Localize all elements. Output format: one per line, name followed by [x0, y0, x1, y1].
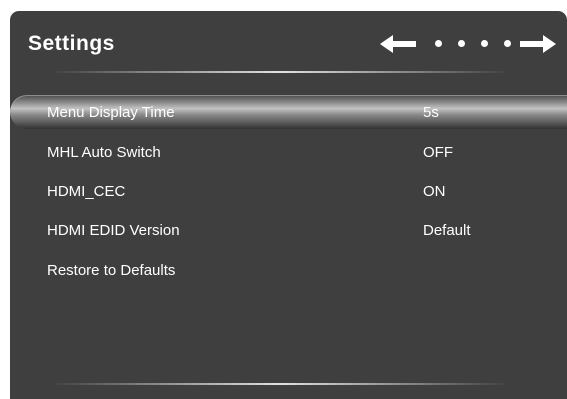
settings-panel: Settings Menu Display Time 5s MHL Auto S… — [10, 11, 567, 399]
menu-item-mhl-auto-switch[interactable]: MHL Auto Switch OFF — [10, 135, 567, 169]
arrow-left-icon[interactable] — [380, 33, 416, 55]
page-title: Settings — [28, 32, 115, 55]
arrow-right-icon[interactable] — [520, 33, 556, 55]
page-indicator-dot — [481, 40, 488, 47]
menu-item-label: HDMI EDID Version — [47, 222, 180, 239]
menu-item-restore-to-defaults[interactable]: Restore to Defaults — [10, 253, 567, 287]
header-divider — [50, 71, 510, 73]
page-navigation — [380, 33, 560, 55]
page-indicator-dot — [458, 40, 465, 47]
page-indicator-dot — [504, 40, 511, 47]
menu-item-menu-display-time[interactable]: Menu Display Time 5s — [10, 95, 567, 129]
menu-item-value: Default — [423, 222, 471, 239]
menu-item-value: OFF — [423, 144, 453, 161]
menu-item-label: HDMI_CEC — [47, 183, 126, 200]
menu-item-value: ON — [423, 183, 446, 200]
menu-item-hdmi-edid-version[interactable]: HDMI EDID Version Default — [10, 213, 567, 247]
footer-divider — [50, 383, 510, 385]
menu-item-label: Restore to Defaults — [47, 262, 176, 279]
page-indicator-dot — [435, 40, 442, 47]
menu-item-label: Menu Display Time — [47, 104, 175, 121]
menu-item-label: MHL Auto Switch — [47, 144, 161, 161]
menu-item-hdmi-cec[interactable]: HDMI_CEC ON — [10, 174, 567, 208]
menu-item-value: 5s — [423, 104, 439, 121]
